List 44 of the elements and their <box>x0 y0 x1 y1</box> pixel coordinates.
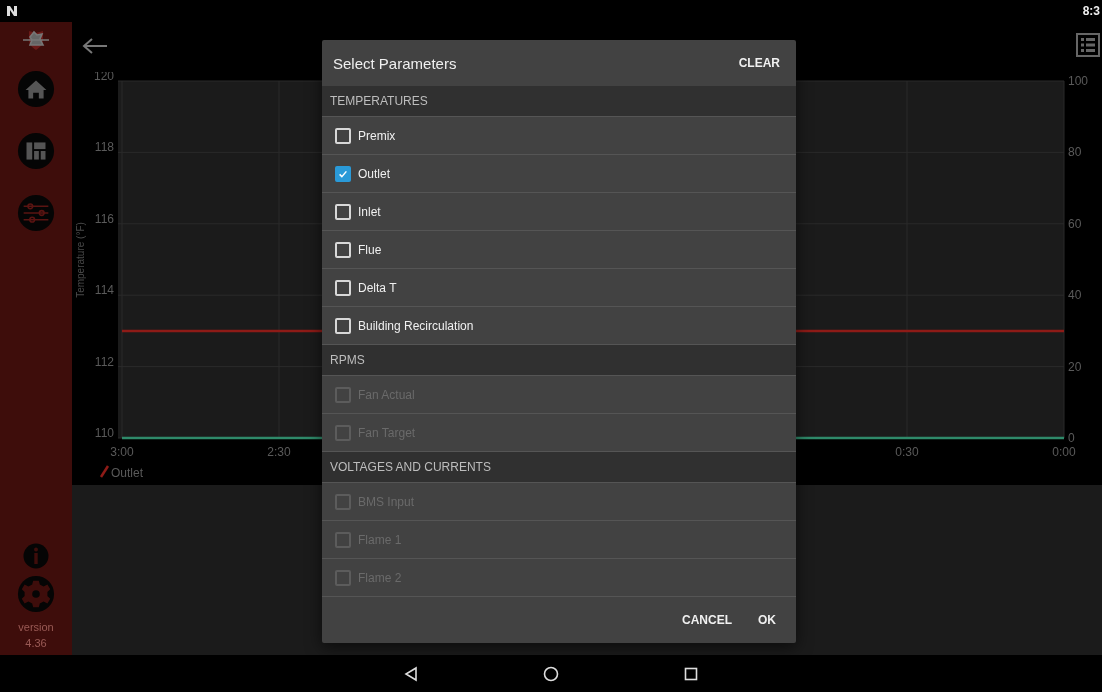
checkbox-label: Flue <box>358 242 382 257</box>
cancel-button[interactable]: CANCEL <box>676 607 738 633</box>
checkbox[interactable] <box>335 165 351 182</box>
section-header: VOLTAGES AND CURRENTS <box>322 452 796 483</box>
tick-label: 120 <box>93 72 114 83</box>
tick-label: 2:30 <box>267 445 291 459</box>
tick-label: 60 <box>1068 216 1082 231</box>
tick-label: 80 <box>1068 145 1082 160</box>
tick-label: 118 <box>94 140 114 155</box>
logo-icon <box>21 28 51 52</box>
sliders-icon[interactable] <box>17 194 55 232</box>
tick-label: 112 <box>94 354 114 369</box>
legend-swatch <box>99 465 110 478</box>
section-header: TEMPERATURES <box>322 86 796 117</box>
dashboard-icon[interactable] <box>17 132 55 170</box>
checkbox-label: Inlet <box>358 204 381 219</box>
list-icon[interactable] <box>1076 33 1100 57</box>
tick-label: 0 <box>1068 431 1075 445</box>
ok-button[interactable]: OK <box>752 607 782 633</box>
tick-label: 20 <box>1068 359 1082 374</box>
axis-title: Temperature (°F) <box>75 222 86 298</box>
checkbox-label: Building Recirculation <box>358 318 474 333</box>
tick-label: 40 <box>1068 288 1082 303</box>
section-header: RPMS <box>322 345 796 376</box>
tick-label: 110 <box>94 426 114 440</box>
tick-label: 116 <box>94 211 114 226</box>
back-icon[interactable] <box>403 665 419 682</box>
clock: 8:3 <box>1082 4 1100 18</box>
checkbox-label: Delta T <box>358 280 397 295</box>
dialog-title: Select Parameters <box>333 54 457 72</box>
tick-label: 100 <box>1068 74 1089 88</box>
tick-label: 114 <box>94 283 114 298</box>
tick-label: 0:00 <box>1052 445 1076 459</box>
tick-label: 3:00 <box>110 445 134 459</box>
home-icon[interactable] <box>543 665 559 682</box>
tick-label: 0:30 <box>895 445 919 459</box>
back-arrow-icon[interactable] <box>82 38 108 54</box>
legend-label: Outlet <box>111 466 143 480</box>
checkbox-label: Outlet <box>358 166 390 181</box>
notification-icon <box>6 5 18 17</box>
clear-button[interactable]: CLEAR <box>732 50 786 76</box>
checkbox-label: Premix <box>358 128 396 143</box>
version-label: version 4.36 <box>18 620 54 651</box>
recents-icon[interactable] <box>683 665 699 682</box>
